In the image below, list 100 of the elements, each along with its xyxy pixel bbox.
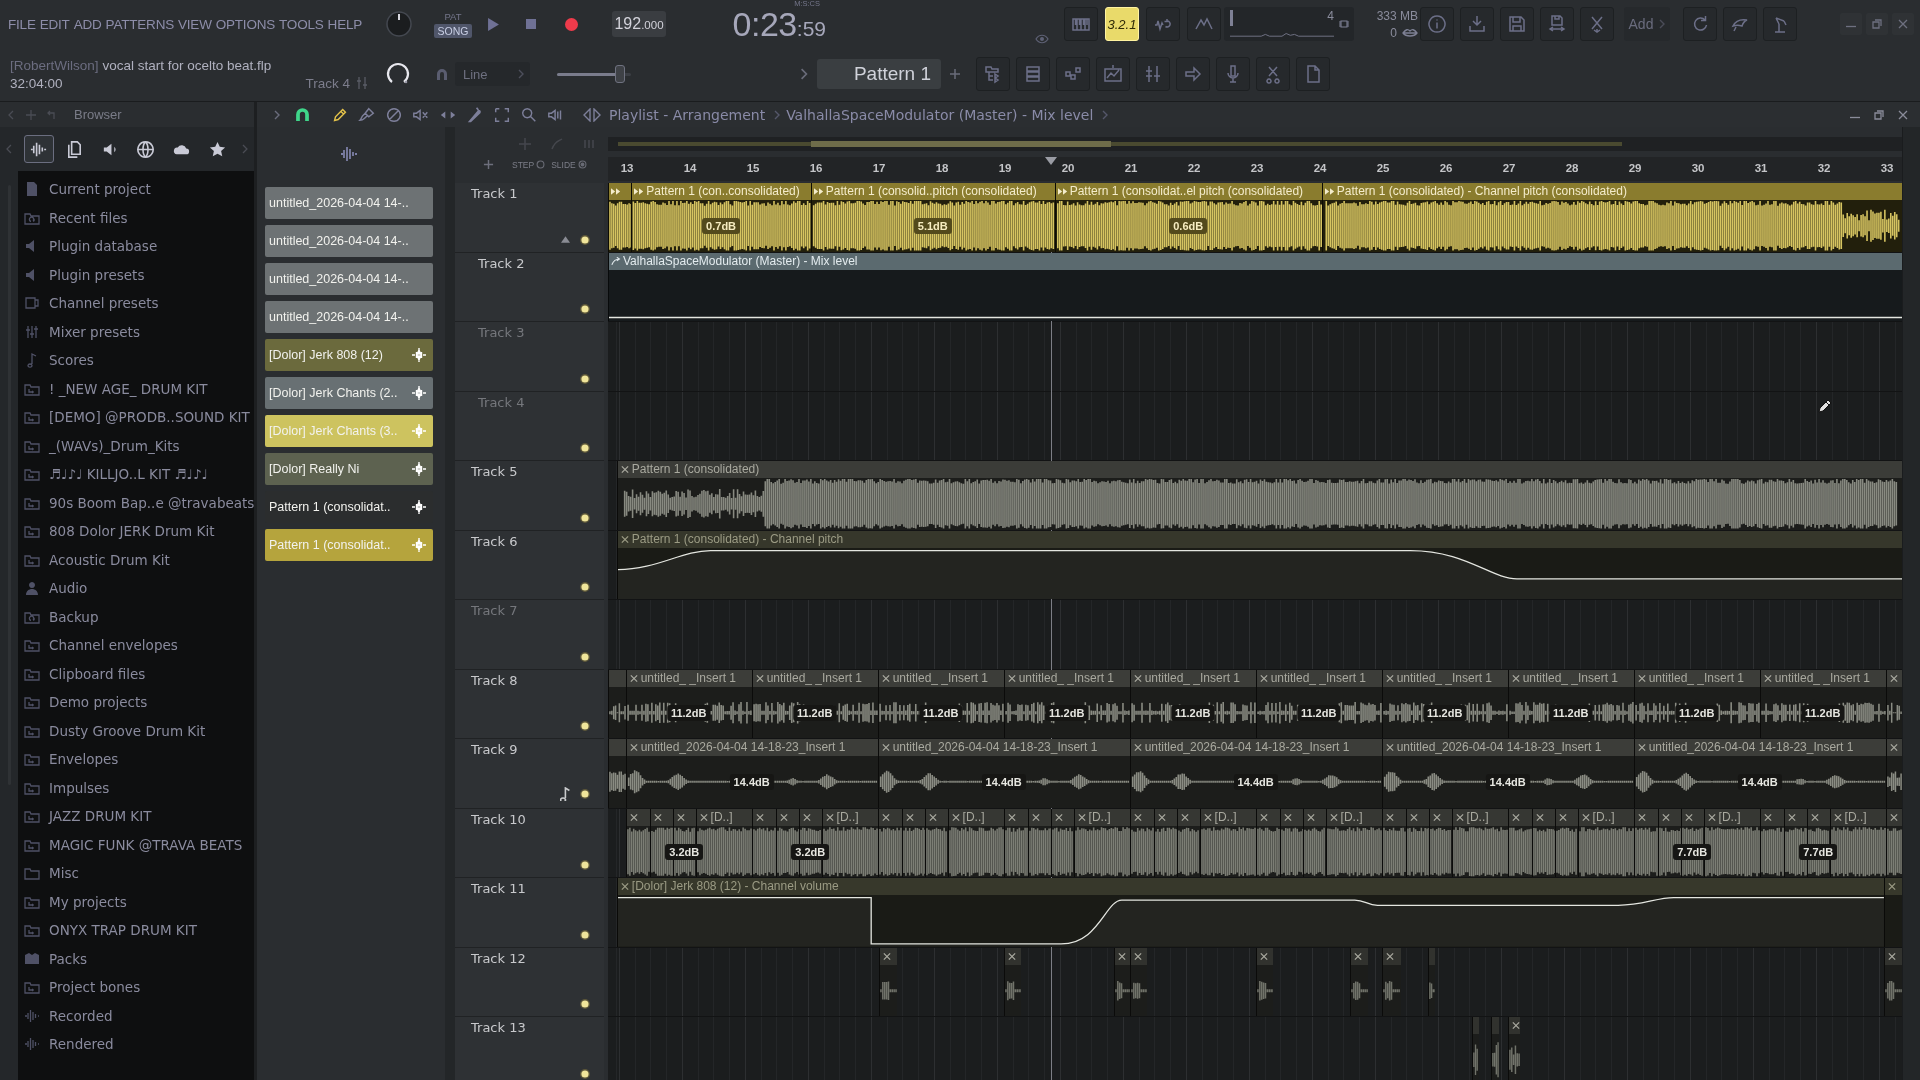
audio-clip[interactable] [1003, 947, 1022, 1016]
cross-icon[interactable] [1832, 812, 1843, 822]
audio-clip[interactable] [1349, 947, 1369, 1016]
toolbar-button[interactable] [1256, 57, 1290, 91]
menu-item[interactable]: TOOLS [279, 16, 324, 32]
cross-icon[interactable] [1510, 1021, 1521, 1030]
cross-icon[interactable] [778, 812, 789, 822]
clip-source[interactable]: untitled_2026-04-04 14-.. [265, 187, 433, 219]
cross-icon[interactable] [652, 812, 663, 822]
browser-item[interactable]: Demo projects [18, 688, 254, 717]
browser-item[interactable]: Rendered [18, 1030, 254, 1059]
eye-icon[interactable] [1035, 34, 1049, 44]
cross-icon[interactable] [881, 812, 892, 822]
cross-icon[interactable] [824, 812, 835, 822]
audio-clip[interactable] [1130, 808, 1154, 877]
cross-icon[interactable] [1636, 743, 1647, 752]
status-dot[interactable] [580, 1068, 590, 1079]
cross-icon[interactable] [1007, 812, 1018, 822]
cross-icon[interactable] [1053, 812, 1064, 822]
browser-item[interactable]: Scores [18, 346, 254, 375]
cross-icon[interactable] [1328, 812, 1339, 822]
chevron-right-icon[interactable] [800, 68, 808, 80]
audio-clip[interactable] [608, 739, 626, 808]
tool-button[interactable] [520, 105, 538, 124]
audio-clip[interactable] [626, 808, 650, 877]
cross-icon[interactable] [880, 673, 891, 683]
clip-source[interactable]: [Dolor] Jerk 808 (12) [265, 339, 433, 371]
track-header[interactable]: Track 11 [455, 878, 604, 948]
cross-icon[interactable] [1762, 673, 1773, 683]
menu-item[interactable]: HELP [327, 16, 363, 32]
menu-item[interactable]: PATTERNS [105, 16, 174, 32]
browser-item[interactable]: Impulses [18, 773, 254, 802]
mode-button[interactable]: PAT [440, 10, 466, 23]
audio-clip[interactable] [1004, 808, 1028, 877]
cross-icon[interactable] [1179, 812, 1190, 822]
automation-clip[interactable]: ValhallaSpaceModulator (Master) - Mix level [608, 252, 1902, 321]
double-arrow-icon[interactable] [1057, 187, 1068, 196]
track-header[interactable]: Track 6 [455, 530, 604, 600]
toolbar-button[interactable] [1763, 7, 1797, 41]
clip-source[interactable]: [Dolor] Jerk Chants (2.. [265, 377, 433, 409]
cross-icon[interactable] [1076, 812, 1087, 822]
cross-icon[interactable] [880, 743, 891, 752]
cross-icon[interactable] [1258, 673, 1269, 683]
toolbar-button[interactable] [1016, 57, 1050, 91]
double-arrow-icon[interactable] [813, 187, 824, 196]
toolbar-button[interactable] [1420, 7, 1454, 41]
browser-item[interactable]: Dusty Groove Drum Kit [18, 716, 254, 745]
magnet-icon[interactable] [294, 106, 311, 123]
cross-icon[interactable] [1282, 812, 1293, 822]
browser-item[interactable]: Plugin database [18, 232, 254, 261]
double-arrow-icon[interactable] [1324, 187, 1335, 196]
status-dot[interactable] [580, 234, 590, 245]
audio-clip[interactable] [878, 808, 902, 877]
triangle-up-icon[interactable] [561, 236, 570, 243]
audio-clip[interactable]: Pattern 1 (consolidated) [616, 461, 1902, 530]
split-arrows-icon[interactable] [583, 107, 601, 122]
browser-item[interactable]: Backup [18, 602, 254, 631]
toolbar-button[interactable] [1216, 57, 1250, 91]
cross-icon[interactable] [628, 673, 639, 683]
toolbar-button[interactable] [1296, 57, 1330, 91]
note-icon[interactable] [560, 786, 570, 801]
status-dot[interactable] [580, 788, 590, 799]
tool-button[interactable] [358, 105, 376, 124]
browser-item[interactable]: 90s Boom Bap..e @travabeats [18, 488, 254, 517]
toolbar-button[interactable] [1500, 7, 1534, 41]
cross-icon[interactable] [1132, 743, 1143, 752]
cross-icon[interactable] [1305, 812, 1316, 822]
track-header[interactable]: Track 12 [455, 947, 604, 1017]
browser-tab[interactable] [23, 135, 54, 163]
plus-icon[interactable] [949, 68, 961, 80]
audio-clip[interactable] [1634, 808, 1658, 877]
cross-icon[interactable] [1763, 812, 1774, 822]
browser-item[interactable]: Channel presets [18, 289, 254, 318]
cross-icon[interactable] [1132, 951, 1143, 961]
browser-item[interactable]: Misc [18, 859, 254, 888]
pattern-selector[interactable]: Pattern 1 [817, 59, 941, 89]
radio-icon[interactable] [577, 160, 587, 169]
audio-clip[interactable] [1113, 947, 1130, 1016]
double-arrow-icon[interactable] [611, 187, 621, 196]
slider-thumb[interactable] [614, 64, 625, 83]
cross-icon[interactable] [904, 812, 915, 822]
track-header[interactable]: Track 2 [455, 252, 604, 322]
cross-icon[interactable] [1006, 951, 1017, 961]
audio-clip[interactable] [608, 669, 626, 738]
countdown-button[interactable]: 3.2.1 [1105, 7, 1139, 41]
audio-clip[interactable] [1491, 1017, 1499, 1080]
toolbar-button[interactable] [1096, 57, 1130, 91]
menu-item[interactable]: VIEW [178, 16, 212, 32]
chevron-right-icon[interactable] [274, 109, 280, 120]
breadcrumb[interactable]: ValhallaSpaceModulator (Master) - Mix level [786, 106, 1094, 123]
toolbar-button[interactable] [1136, 57, 1170, 91]
close-button[interactable] [1892, 13, 1914, 35]
track-header[interactable]: Track 8 [455, 669, 604, 739]
toolbar-button[interactable] [1683, 7, 1717, 41]
status-dot[interactable] [580, 373, 590, 384]
status-dot[interactable] [580, 443, 590, 453]
audio-clip[interactable] [1472, 1017, 1479, 1080]
toolbar-button[interactable] [1146, 7, 1180, 41]
cross-icon[interactable] [1006, 673, 1017, 683]
toolbar-button[interactable] [1187, 7, 1221, 41]
